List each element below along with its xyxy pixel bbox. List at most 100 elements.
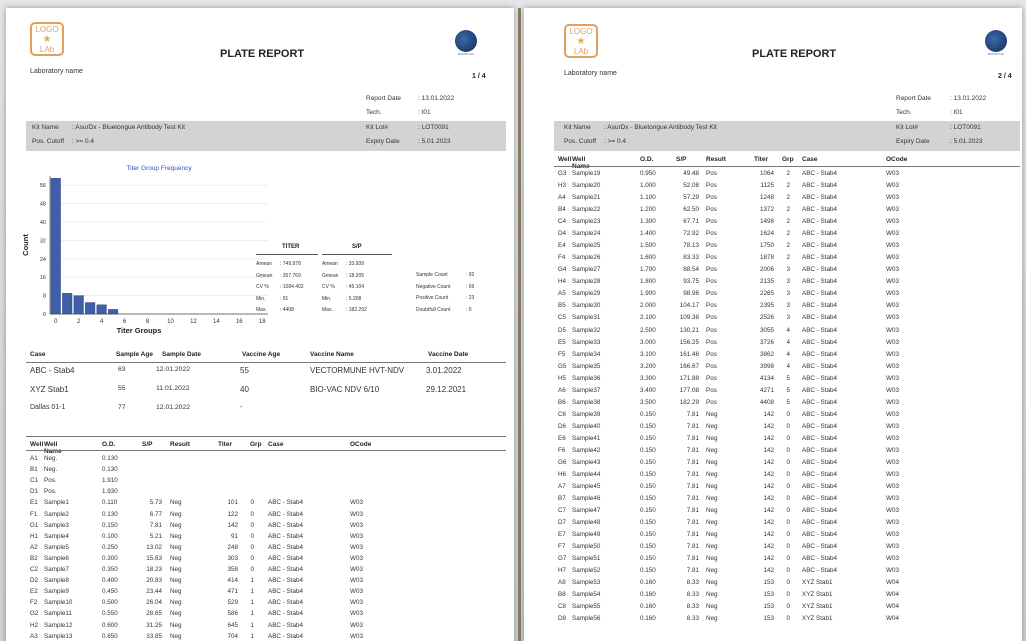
well-cell: D2 (30, 577, 39, 585)
well-cell: W03 (350, 566, 363, 573)
well-cell: Sample13 (44, 632, 73, 640)
well-cell: 0.600 (102, 621, 118, 629)
well-cell: 0 (786, 507, 790, 515)
well-cell: 2 (786, 194, 790, 202)
stat-label: Min. (256, 295, 266, 302)
well-cell: 0.350 (102, 566, 118, 573)
well-cell: 0 (786, 495, 790, 503)
well-cell: 0.150 (640, 555, 656, 563)
well-cell: 0.150 (640, 543, 656, 551)
well-cell: 177.08 (679, 386, 699, 394)
case-cell: Dallas 01-1 (30, 404, 66, 411)
well-cell: Pos (706, 218, 717, 226)
stat-value: : 749.978 (280, 261, 301, 267)
vaccine-name-col: Vaccine Name (310, 351, 354, 358)
well-cell: W03 (886, 326, 899, 334)
well-cell: 33.85 (146, 632, 162, 640)
well-cell: 104.17 (679, 302, 699, 310)
tech-label: Tech. (896, 109, 912, 116)
well-cell: Sample49 (572, 531, 601, 539)
well-header-cell: S/P (142, 441, 153, 448)
well-cell: A3 (30, 632, 38, 640)
well-cell: 161.46 (679, 350, 699, 358)
well-cell: 0 (250, 499, 254, 507)
well-cell: 2 (786, 230, 790, 238)
well-cell: ABC - Stab4 (802, 374, 837, 382)
well-cell: 0.150 (640, 567, 656, 575)
kit-lot: : LOT0091 (418, 124, 449, 131)
report-page-2[interactable]: LOGO ★ LAb Laboratory name PLATE REPORT … (524, 8, 1022, 641)
well-cell: 1.930 (102, 488, 118, 496)
well-cell: 1 (250, 610, 254, 618)
well-header-cell: Well Name (572, 156, 590, 170)
well-cell: Sample9 (44, 588, 69, 596)
well-header-cell: Well Name (44, 441, 62, 455)
well-cell: W03 (886, 567, 899, 575)
well-cell: F5 (558, 350, 566, 358)
well-cell: Sample37 (572, 386, 601, 394)
well-cell: 3 (786, 314, 790, 322)
well-cell: ABC - Stab4 (802, 314, 837, 322)
sp-underline (322, 254, 392, 255)
well-cell: 7.81 (686, 519, 699, 527)
globe-icon (985, 30, 1007, 52)
sp-stats-header: S/P (352, 244, 362, 250)
well-cell: D4 (558, 230, 567, 238)
well-cell: W03 (886, 434, 899, 442)
well-cell: Sample38 (572, 398, 601, 406)
well-cell: 0 (250, 521, 254, 529)
well-cell: Sample39 (572, 410, 601, 418)
y-axis-label: Count (21, 234, 30, 256)
well-cell: 156.25 (679, 338, 699, 346)
well-cell: 0.550 (102, 610, 118, 618)
well-cell: 130.21 (679, 326, 699, 334)
stat-value: : 0 (466, 306, 472, 313)
well-cell: 5.73 (149, 499, 162, 507)
well-cell: Sample22 (572, 206, 601, 214)
well-cell: Neg. (44, 455, 58, 462)
case-cell: 40 (240, 385, 249, 394)
case-header-rule (26, 362, 506, 363)
well-cell: E4 (558, 242, 566, 250)
bar (85, 302, 96, 315)
well-cell: Pos (706, 398, 717, 406)
well-cell: Neg (706, 483, 718, 491)
well-cell: 1 (250, 621, 254, 629)
well-cell: Pos (706, 170, 717, 177)
well-cell: ABC - Stab4 (802, 398, 837, 406)
well-cell: Neg. (44, 466, 58, 474)
well-cell: 0 (786, 567, 790, 575)
well-header-cell: Well (30, 441, 44, 448)
well-cell: 0.250 (102, 543, 118, 551)
well-cell: ABC - Stab4 (802, 326, 837, 334)
page-number: 2 / 4 (998, 73, 1012, 80)
well-cell: B7 (558, 495, 566, 503)
well-cell: Neg (170, 554, 182, 562)
well-cell: Sample10 (44, 599, 73, 607)
well-cell: 1.500 (640, 242, 656, 250)
well-cell: 0.160 (640, 591, 656, 599)
well-cell: 7.81 (686, 471, 699, 478)
well-cell: Sample27 (572, 266, 601, 274)
well-cell: 3 (786, 302, 790, 310)
well-cell: F6 (558, 446, 566, 454)
well-cell: 7.81 (686, 531, 699, 539)
well-cell: Pos (706, 206, 717, 214)
well-cell: ABC - Stab4 (802, 206, 837, 214)
well-cell: ABC - Stab4 (268, 621, 303, 629)
well-cell: ABC - Stab4 (802, 519, 837, 527)
well-cell: Pos (706, 266, 717, 274)
well-cell: ABC - Stab4 (802, 362, 837, 370)
well-cell: 3.300 (640, 374, 656, 382)
stat-value: : 18.205 (346, 272, 365, 279)
report-page-1[interactable]: LOGO ★ LAb Laboratory name PLATE REPORT … (6, 8, 514, 641)
expiry-label: Expiry Date (896, 138, 930, 145)
tech-label: Tech. (366, 109, 382, 116)
well-cell: Sample36 (572, 374, 601, 382)
case-cell: 29.12.2021 (426, 385, 467, 394)
well-cell: Pos (706, 254, 717, 262)
well-cell: 8.33 (686, 615, 699, 623)
well-cell: 0.160 (640, 603, 656, 611)
well-cell: 0.150 (640, 458, 656, 466)
y-tick-label: 16 (40, 275, 46, 281)
